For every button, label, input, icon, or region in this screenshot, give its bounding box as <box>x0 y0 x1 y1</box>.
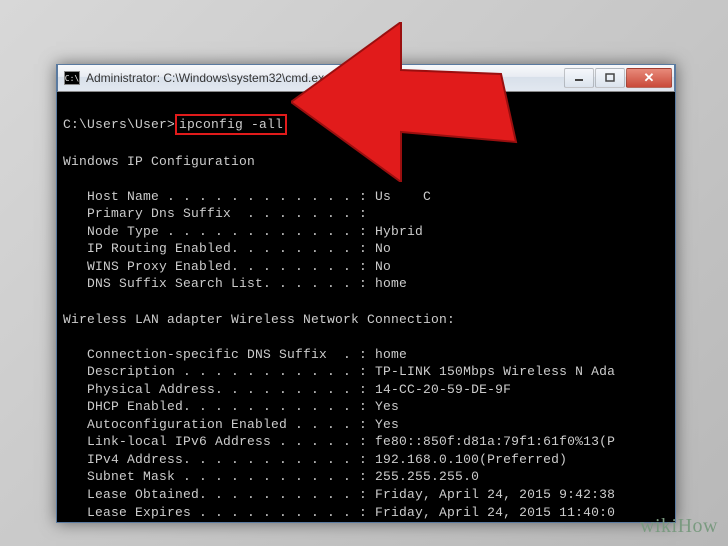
window-controls: ✕ <box>563 68 672 88</box>
minimize-button[interactable] <box>564 68 594 88</box>
config-line: Physical Address. . . . . . . . . : 14-C… <box>63 381 669 399</box>
config-line: Autoconfiguration Enabled . . . . : Yes <box>63 416 669 434</box>
config-line: Lease Expires . . . . . . . . . . : Frid… <box>63 504 669 522</box>
close-icon: ✕ <box>644 70 655 86</box>
close-button[interactable]: ✕ <box>626 68 672 88</box>
terminal-output[interactable]: C:\Users\User> ipconfig -all Windows IP C… <box>57 92 675 522</box>
config-line: IP Routing Enabled. . . . . . . . : No <box>63 240 669 258</box>
blank-line <box>63 328 669 346</box>
titlebar[interactable]: C:\ Administrator: C:\Windows\system32\c… <box>57 64 675 92</box>
config-line: Primary Dns Suffix . . . . . . . : <box>63 205 669 223</box>
maximize-button[interactable] <box>595 68 625 88</box>
config-line: Description . . . . . . . . . . . : TP-L… <box>63 363 669 381</box>
blank-line <box>63 96 669 114</box>
config-line: Node Type . . . . . . . . . . . . : Hybr… <box>63 223 669 241</box>
blank-line <box>63 135 669 153</box>
config-line: Connection-specific DNS Suffix . : home <box>63 346 669 364</box>
config-line: Host Name . . . . . . . . . . . . : Us C <box>63 188 669 206</box>
command-text: ipconfig -all <box>179 117 283 132</box>
cmd-icon: C:\ <box>64 71 80 85</box>
command-highlight: ipconfig -all <box>175 114 287 136</box>
config-line: DHCP Enabled. . . . . . . . . . . : Yes <box>63 398 669 416</box>
config-line: Subnet Mask . . . . . . . . . . . : 255.… <box>63 468 669 486</box>
config-line: WINS Proxy Enabled. . . . . . . . : No <box>63 258 669 276</box>
blank-line <box>63 170 669 188</box>
section-header: Windows IP Configuration <box>63 153 669 171</box>
minimize-icon <box>574 73 584 83</box>
window-title: Administrator: C:\Windows\system32\cmd.e… <box>86 71 563 85</box>
prompt-prefix: C:\Users\User> <box>63 117 175 132</box>
prompt-line: C:\Users\User> ipconfig -all <box>63 114 669 136</box>
maximize-icon <box>605 73 615 83</box>
config-line: Link-local IPv6 Address . . . . . : fe80… <box>63 433 669 451</box>
config-line: Lease Obtained. . . . . . . . . . : Frid… <box>63 486 669 504</box>
config-line: IPv4 Address. . . . . . . . . . . : 192.… <box>63 451 669 469</box>
watermark: wikiHow <box>640 515 718 538</box>
config-line: DNS Suffix Search List. . . . . . : home <box>63 275 669 293</box>
blank-line <box>63 293 669 311</box>
config-line: Default Gateway . . . . . . . . . : 192.… <box>63 521 669 522</box>
cmd-window: C:\ Administrator: C:\Windows\system32\c… <box>56 64 676 523</box>
adapter-header: Wireless LAN adapter Wireless Network Co… <box>63 311 669 329</box>
